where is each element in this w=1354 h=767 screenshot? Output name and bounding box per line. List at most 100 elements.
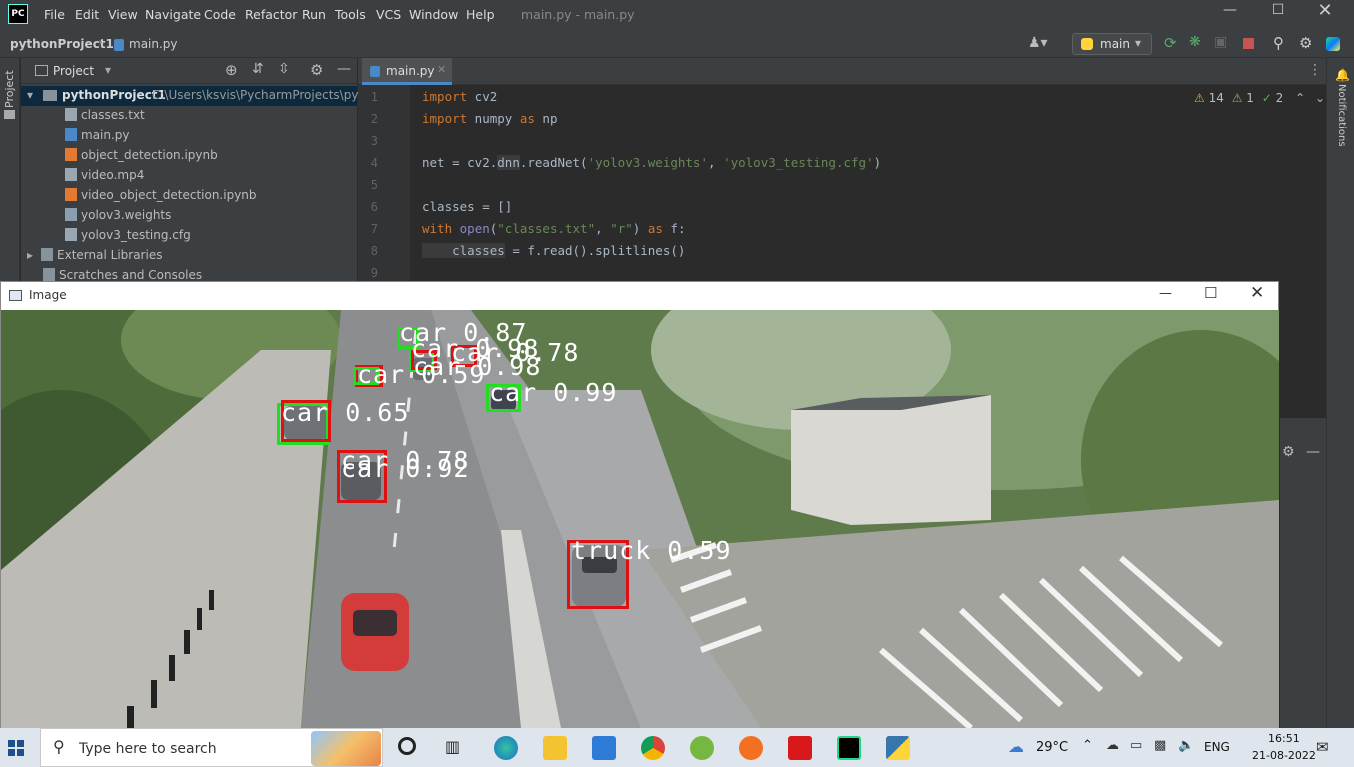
taskbar-search-box[interactable]: ⚲ Type here to search bbox=[40, 728, 383, 767]
menu-run[interactable]: Run bbox=[302, 7, 326, 22]
menu-help[interactable]: Help bbox=[466, 7, 495, 22]
project-root-path: C:\Users\ksvis\PycharmProjects\pytho bbox=[152, 88, 379, 102]
user-icon[interactable]: ♟▾ bbox=[1028, 35, 1048, 51]
maximize-icon[interactable]: ☐ bbox=[1255, 2, 1301, 18]
menu-view[interactable]: View bbox=[108, 7, 138, 22]
inspection-widget[interactable]: ⚠ 14 ⚠ 1 ✓ 2 ⌃ ⌄ bbox=[1194, 91, 1325, 105]
python-icon bbox=[1081, 38, 1093, 50]
menu-edit[interactable]: Edit bbox=[75, 7, 99, 22]
locate-icon[interactable]: ⊕ bbox=[225, 61, 238, 79]
menu-refactor[interactable]: Refactor bbox=[245, 7, 297, 22]
cortana-icon[interactable] bbox=[398, 737, 416, 755]
minimize-icon[interactable]: — bbox=[1207, 2, 1253, 18]
project-panel-title[interactable]: Project bbox=[53, 64, 94, 78]
tab-main-py[interactable]: main.py ✕ bbox=[362, 58, 452, 85]
hide-icon[interactable]: — bbox=[337, 61, 351, 77]
edge-icon[interactable] bbox=[494, 736, 518, 760]
toolbox-icon[interactable] bbox=[1326, 37, 1340, 51]
video-frame: car 0.87 car 0.98 car 0.78 car 0.98 car … bbox=[1, 310, 1279, 728]
warning-count: 14 bbox=[1208, 91, 1224, 105]
traffic-scene-image bbox=[1, 310, 1279, 728]
code-token: ) bbox=[632, 221, 648, 236]
chevron-up-icon[interactable]: ⌃ bbox=[1082, 738, 1093, 753]
windows-start-icon[interactable] bbox=[8, 740, 24, 756]
close-icon[interactable]: ✕ bbox=[1302, 0, 1348, 21]
search-icon[interactable]: ⚲ bbox=[1273, 34, 1284, 52]
image-window-titlebar[interactable]: Image — ☐ ✕ bbox=[1, 282, 1278, 310]
pycharm-icon[interactable] bbox=[837, 736, 861, 760]
string-literal: "r" bbox=[610, 221, 633, 236]
chrome-icon[interactable] bbox=[641, 736, 665, 760]
menu-tools[interactable]: Tools bbox=[335, 7, 366, 22]
tree-item[interactable]: yolov3.weights bbox=[65, 208, 171, 222]
menu-file[interactable]: File bbox=[44, 7, 65, 22]
run-config-selector[interactable]: main ▾ bbox=[1072, 33, 1152, 55]
tree-item[interactable]: video.mp4 bbox=[65, 168, 144, 182]
code-line-8: classes = f.read().splitlines() bbox=[422, 243, 685, 258]
tree-scratches[interactable]: Scratches and Consoles bbox=[43, 268, 202, 282]
tree-external-libraries[interactable]: ▸ External Libraries bbox=[27, 248, 162, 262]
tree-item[interactable]: main.py bbox=[65, 128, 130, 142]
detection-label: car 0.99 bbox=[489, 378, 618, 407]
stop-icon[interactable] bbox=[1243, 38, 1254, 49]
project-panel: Project ▾ ⊕ ⇵ ⇳ ⚙ — ▾ pythonProject1 C:\… bbox=[21, 58, 378, 282]
cloud-icon[interactable]: ☁ bbox=[1106, 738, 1119, 753]
code-line-7: with open("classes.txt", "r") as f: bbox=[422, 221, 685, 236]
debug-icon[interactable]: ❋ bbox=[1189, 34, 1201, 50]
hide-icon[interactable]: — bbox=[1306, 444, 1320, 460]
acrobat-icon[interactable] bbox=[788, 736, 812, 760]
close-tab-icon[interactable]: ✕ bbox=[437, 63, 446, 76]
run-icon[interactable]: ⟳ bbox=[1164, 34, 1177, 52]
run-config-label: main bbox=[1100, 37, 1130, 51]
tree-root-row[interactable]: ▾ pythonProject1 C:\Users\ksvis\PycharmP… bbox=[21, 86, 378, 106]
coverage-icon[interactable]: ▣ bbox=[1214, 34, 1227, 50]
image-window: Image — ☐ ✕ car 0.87 car 0.98 car 0.78 c… bbox=[0, 281, 1279, 728]
weather-temp[interactable]: 29°C bbox=[1036, 740, 1068, 755]
chevron-down-icon[interactable]: ⌄ bbox=[1315, 91, 1325, 105]
tree-item[interactable]: video_object_detection.ipynb bbox=[65, 188, 257, 202]
python-icon[interactable] bbox=[886, 736, 910, 760]
meet-icon[interactable]: ▭ bbox=[1130, 738, 1142, 753]
menu-vcs[interactable]: VCS bbox=[376, 7, 401, 22]
navigation-bar: pythonProject1 › main.py ♟▾ main ▾ ⟳ ❋ ▣… bbox=[0, 30, 1354, 58]
notification-center-icon[interactable]: ✉ bbox=[1316, 738, 1329, 756]
settings-gear-icon[interactable]: ⚙ bbox=[1299, 34, 1312, 52]
collapse-all-icon[interactable]: ⇳ bbox=[278, 61, 290, 77]
volume-icon[interactable]: 🔈 bbox=[1178, 738, 1194, 753]
menu-navigate[interactable]: Navigate bbox=[145, 7, 201, 22]
breadcrumb-file[interactable]: main.py bbox=[129, 37, 178, 51]
minimize-icon[interactable]: — bbox=[1159, 286, 1172, 301]
project-tool-tab[interactable]: Project bbox=[3, 68, 17, 108]
clock-date[interactable]: 21-08-2022 bbox=[1252, 749, 1316, 762]
gear-icon[interactable]: ⚙ bbox=[310, 61, 323, 79]
menu-window[interactable]: Window bbox=[409, 7, 458, 22]
network-icon[interactable]: ▩ bbox=[1154, 738, 1166, 753]
chevron-up-icon[interactable]: ⌃ bbox=[1295, 91, 1305, 105]
maximize-icon[interactable]: ☐ bbox=[1204, 284, 1217, 302]
more-icon[interactable]: ⋮ bbox=[1308, 62, 1322, 78]
bell-icon[interactable]: 🔔 bbox=[1335, 68, 1350, 82]
tree-item[interactable]: yolov3_testing.cfg bbox=[65, 228, 191, 242]
scratches-icon bbox=[43, 268, 55, 281]
detection-label: truck 0.59 bbox=[571, 536, 732, 565]
chevron-down-icon[interactable]: ▾ bbox=[105, 63, 111, 77]
code-token: , bbox=[708, 155, 724, 170]
tree-item[interactable]: object_detection.ipynb bbox=[65, 148, 218, 162]
file-name: video_object_detection.ipynb bbox=[81, 188, 257, 202]
utorrent-icon[interactable] bbox=[690, 736, 714, 760]
jupyter-icon[interactable] bbox=[739, 736, 763, 760]
language-indicator[interactable]: ENG bbox=[1204, 740, 1230, 754]
clock-time[interactable]: 16:51 bbox=[1268, 732, 1300, 745]
store-icon[interactable] bbox=[592, 736, 616, 760]
detection-label: car 0.59 bbox=[357, 360, 486, 389]
expand-all-icon[interactable]: ⇵ bbox=[252, 61, 264, 77]
tree-item[interactable]: classes.txt bbox=[65, 108, 145, 122]
gear-icon[interactable]: ⚙ bbox=[1282, 444, 1295, 460]
menu-code[interactable]: Code bbox=[204, 7, 236, 22]
notifications-tool-tab[interactable]: Notifications bbox=[1333, 84, 1347, 164]
close-icon[interactable]: ✕ bbox=[1250, 283, 1264, 303]
scratches-label: Scratches and Consoles bbox=[59, 268, 203, 282]
file-explorer-icon[interactable] bbox=[543, 736, 567, 760]
task-view-icon[interactable]: ▥ bbox=[445, 737, 460, 756]
line-number: 8 bbox=[370, 244, 378, 258]
